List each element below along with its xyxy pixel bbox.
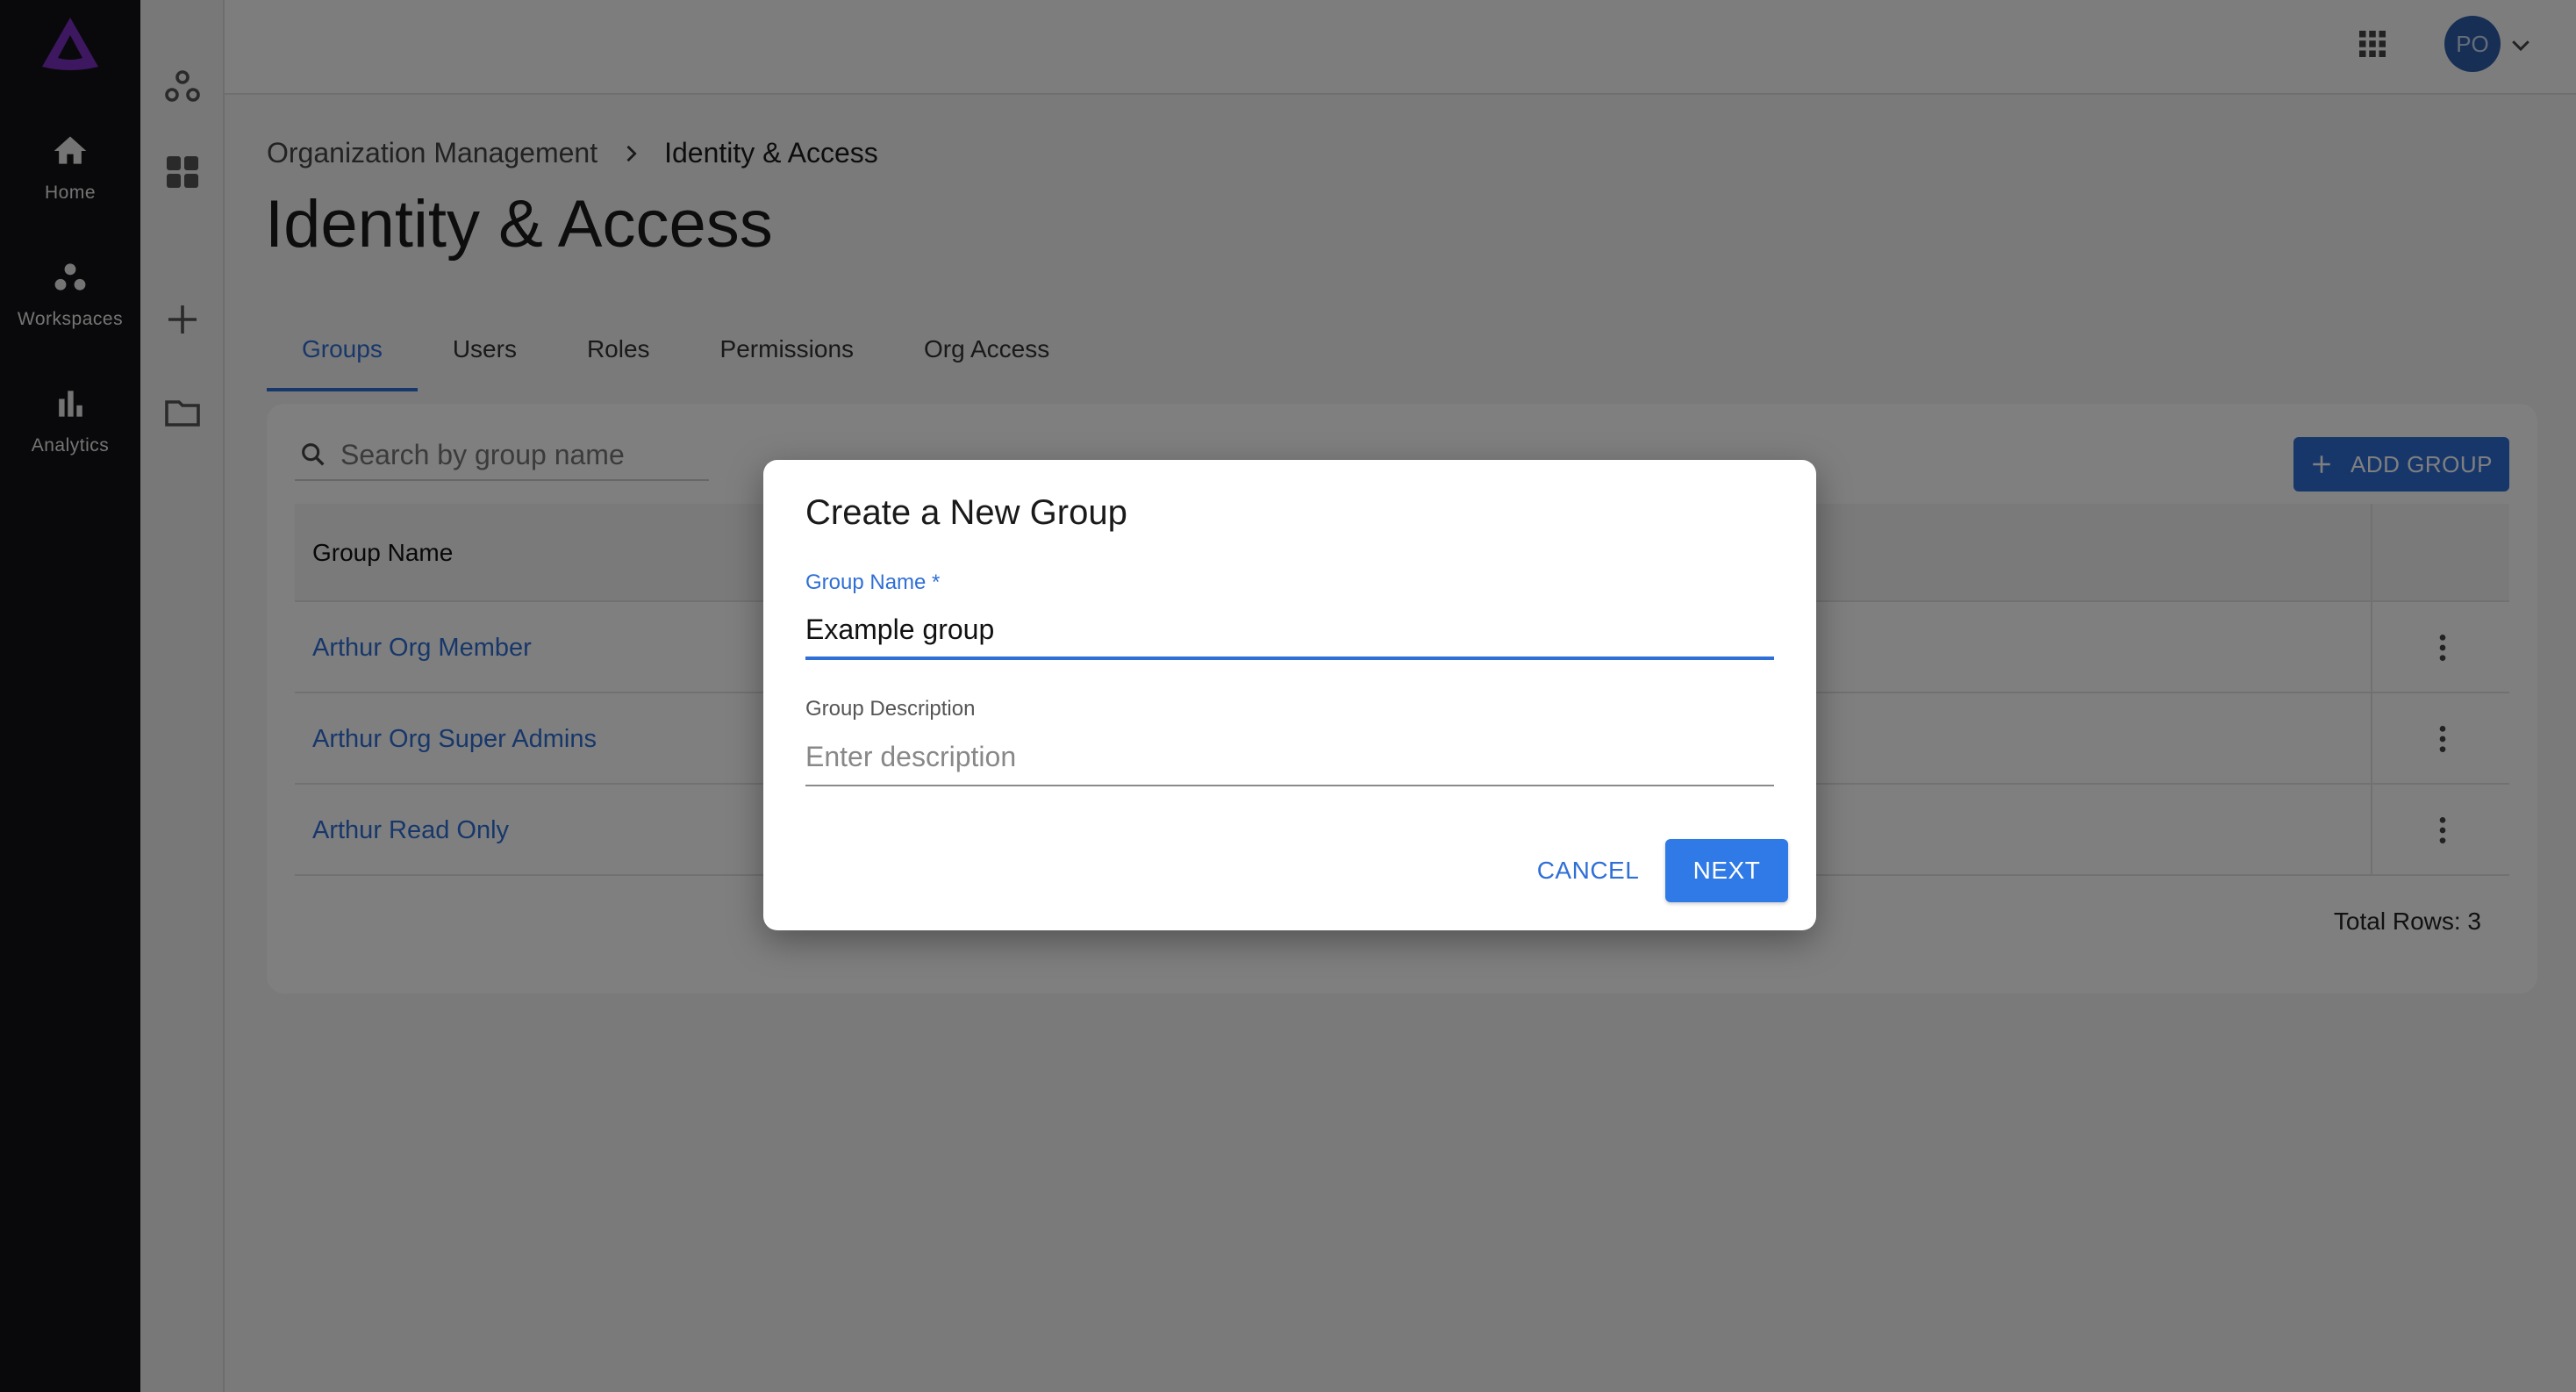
group-description-label: Group Description	[805, 697, 976, 721]
group-name-field[interactable]	[805, 602, 1774, 660]
cancel-button[interactable]: CANCEL	[1528, 839, 1648, 902]
group-description-field[interactable]	[805, 728, 1774, 786]
create-group-dialog: Create a New Group Group Name * Group De…	[763, 460, 1816, 930]
dialog-title: Create a New Group	[805, 493, 1127, 532]
group-name-label: Group Name *	[805, 570, 941, 594]
next-button[interactable]: NEXT	[1665, 839, 1788, 902]
